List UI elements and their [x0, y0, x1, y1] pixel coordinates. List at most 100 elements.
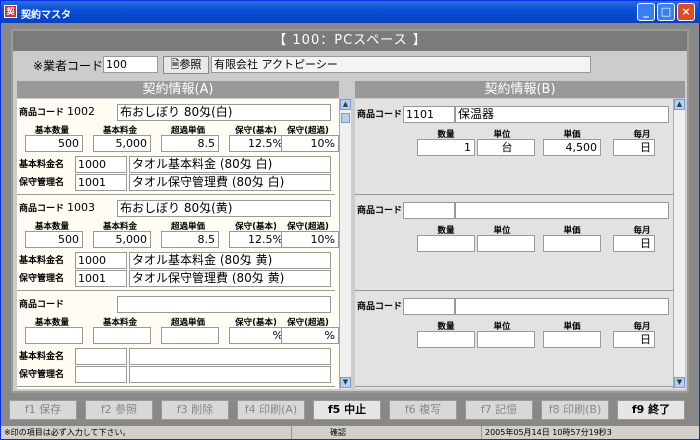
- form-area: 【 100：PCスペース 】 ※業者コード 100 🗎参照 有限会社 アクトピー…: [11, 29, 689, 393]
- product-block-a: 商品コード 1003 布おしぼり 80匁(黄) 基本数量 基本料金 超過単価 保守(基本) 保…: [17, 195, 339, 291]
- vendor-ref-label: 参照: [179, 58, 202, 71]
- value-field-fee[interactable]: 5,000: [93, 231, 151, 248]
- maint-name-label: 保守管理名: [19, 178, 65, 188]
- maint-code-field[interactable]: 1001: [75, 174, 127, 191]
- value-field-over[interactable]: 8.5: [161, 231, 219, 248]
- product-block-b: 商品コード 数量 単位 単価 毎月日: [355, 195, 673, 291]
- close-button[interactable]: ×: [677, 3, 695, 21]
- fkey-1-button[interactable]: f1 保存: [9, 400, 77, 420]
- cycle-field[interactable]: 日: [613, 331, 655, 348]
- product-code-field[interactable]: [65, 296, 117, 313]
- product-code-label: 商品コード: [357, 302, 403, 312]
- value-field-mo[interactable]: 10%: [281, 231, 339, 248]
- value-field-mb[interactable]: 12.5%: [229, 231, 287, 248]
- product-name-field[interactable]: 布おしぼり 80匁(黄): [117, 200, 331, 217]
- fee-name-field[interactable]: タオル基本料金 (80匁 黄): [129, 252, 331, 269]
- fee-name-label: 基本料金名: [19, 160, 65, 170]
- product-block-a: 商品コード 基本数量 基本料金 超過単価 保守(基本) 保守(超過)%% 基本料金名 保守管理…: [17, 291, 339, 387]
- maint-code-field[interactable]: 1001: [75, 270, 127, 287]
- value-field-fee[interactable]: 5,000: [93, 135, 151, 152]
- vendor-name-field: 有限会社 アクトピーシー: [211, 56, 591, 73]
- unit-field[interactable]: 台: [477, 139, 535, 156]
- product-code-label: 商品コード: [19, 204, 65, 214]
- qty-field[interactable]: [417, 331, 475, 348]
- value-field-mb[interactable]: %: [229, 327, 287, 344]
- product-name-field[interactable]: [455, 298, 669, 315]
- scroll-thumb[interactable]: [341, 113, 350, 123]
- fkey-6-button[interactable]: f6 複写: [389, 400, 457, 420]
- scroll-up-icon[interactable]: ▲: [674, 99, 685, 110]
- vendor-code-field[interactable]: 100: [103, 56, 158, 73]
- status-hint: ※印の項目は必ず入力して下さい。: [4, 428, 131, 437]
- price-field[interactable]: [543, 331, 601, 348]
- fkey-2-button[interactable]: f2 参照: [85, 400, 153, 420]
- fee-code-field[interactable]: [75, 348, 127, 365]
- value-field-mb[interactable]: 12.5%: [229, 135, 287, 152]
- vendor-ref-button[interactable]: 🗎参照: [163, 56, 209, 74]
- fee-code-field[interactable]: 1000: [75, 252, 127, 269]
- panel-a: 商品コード 1002 布おしぼり 80匁(白) 基本数量 基本料金 超過単価 保守(基本) 保…: [17, 99, 351, 389]
- product-code-field[interactable]: 1002: [65, 104, 117, 121]
- value-field-qty[interactable]: [25, 327, 83, 344]
- product-block-b: 商品コード 1101 保温器 数量 単位 単価 毎月 1 台 4,500 日: [355, 99, 673, 195]
- fkey-5-button[interactable]: f5 中止: [313, 400, 381, 420]
- product-name-field[interactable]: [455, 202, 669, 219]
- app-icon: 契: [4, 5, 17, 18]
- product-name-field[interactable]: 布おしぼり 80匁(白): [117, 104, 331, 121]
- status-mode: 確認: [291, 426, 381, 439]
- panel-a-scrollbar[interactable]: ▲ ▼: [339, 99, 351, 389]
- fkey-3-button[interactable]: f3 削除: [161, 400, 229, 420]
- fkey-9-button[interactable]: f9 終了: [617, 400, 685, 420]
- value-field-fee[interactable]: [93, 327, 151, 344]
- cycle-field[interactable]: 日: [613, 139, 655, 156]
- fee-name-label: 基本料金名: [19, 256, 65, 266]
- product-code-field[interactable]: 1003: [65, 200, 117, 217]
- maint-code-field[interactable]: [75, 366, 127, 383]
- maint-name-label: 保守管理名: [19, 274, 65, 284]
- maint-name-field[interactable]: タオル保守管理費 (80匁 白): [129, 174, 331, 191]
- value-field-qty[interactable]: 500: [25, 135, 83, 152]
- value-field-over[interactable]: 8.5: [161, 135, 219, 152]
- maint-name-field[interactable]: [129, 366, 331, 383]
- product-name-field[interactable]: [117, 296, 331, 313]
- product-code-label: 商品コード: [357, 206, 403, 216]
- title-bar: 契 契約マスタ _ □ ×: [1, 1, 699, 23]
- maximize-button[interactable]: □: [657, 3, 675, 21]
- cycle-field[interactable]: 日: [613, 235, 655, 252]
- status-bar: ※印の項目は必ず入力して下さい。 確認 2005年05月14日 10時57分19…: [1, 425, 699, 439]
- product-code-label: 商品コード: [19, 300, 65, 310]
- scroll-down-icon[interactable]: ▼: [340, 377, 351, 388]
- window-title: 契約マスタ: [21, 10, 71, 21]
- fkey-7-button[interactable]: f7 記憶: [465, 400, 533, 420]
- product-code-field[interactable]: [403, 298, 455, 315]
- product-name-field[interactable]: 保温器: [455, 106, 669, 123]
- unit-field[interactable]: [477, 235, 535, 252]
- value-field-qty[interactable]: 500: [25, 231, 83, 248]
- product-code-field[interactable]: 1101: [403, 106, 455, 123]
- scroll-up-icon[interactable]: ▲: [340, 99, 351, 110]
- qty-field[interactable]: [417, 235, 475, 252]
- maint-name-field[interactable]: タオル保守管理費 (80匁 黄): [129, 270, 331, 287]
- fee-name-field[interactable]: [129, 348, 331, 365]
- product-code-field[interactable]: [403, 202, 455, 219]
- panel-b-scrollbar[interactable]: ▲ ▼: [673, 99, 685, 389]
- fee-name-field[interactable]: タオル基本料金 (80匁 白): [129, 156, 331, 173]
- fee-name-label: 基本料金名: [19, 352, 65, 362]
- qty-field[interactable]: 1: [417, 139, 475, 156]
- scroll-down-icon[interactable]: ▼: [674, 377, 685, 388]
- fkey-4-button[interactable]: f4 印刷(A): [237, 400, 305, 420]
- price-field[interactable]: [543, 235, 601, 252]
- page-title: 【 100：PCスペース 】: [13, 31, 687, 51]
- unit-field[interactable]: [477, 331, 535, 348]
- minimize-button[interactable]: _: [637, 3, 655, 21]
- maint-name-label: 保守管理名: [19, 370, 65, 380]
- fkey-8-button[interactable]: f8 印刷(B): [541, 400, 609, 420]
- value-field-over[interactable]: [161, 327, 219, 344]
- price-field[interactable]: 4,500: [543, 139, 601, 156]
- product-code-label: 商品コード: [357, 110, 403, 120]
- value-field-mo[interactable]: %: [281, 327, 339, 344]
- panel-b: 商品コード 1101 保温器 数量 単位 単価 毎月 1 台 4,500 日商品コード 数量 単位 単価毎…: [355, 99, 685, 389]
- product-block-b: 商品コード 数量 単位 単価 毎月日: [355, 291, 673, 387]
- value-field-mo[interactable]: 10%: [281, 135, 339, 152]
- fee-code-field[interactable]: 1000: [75, 156, 127, 173]
